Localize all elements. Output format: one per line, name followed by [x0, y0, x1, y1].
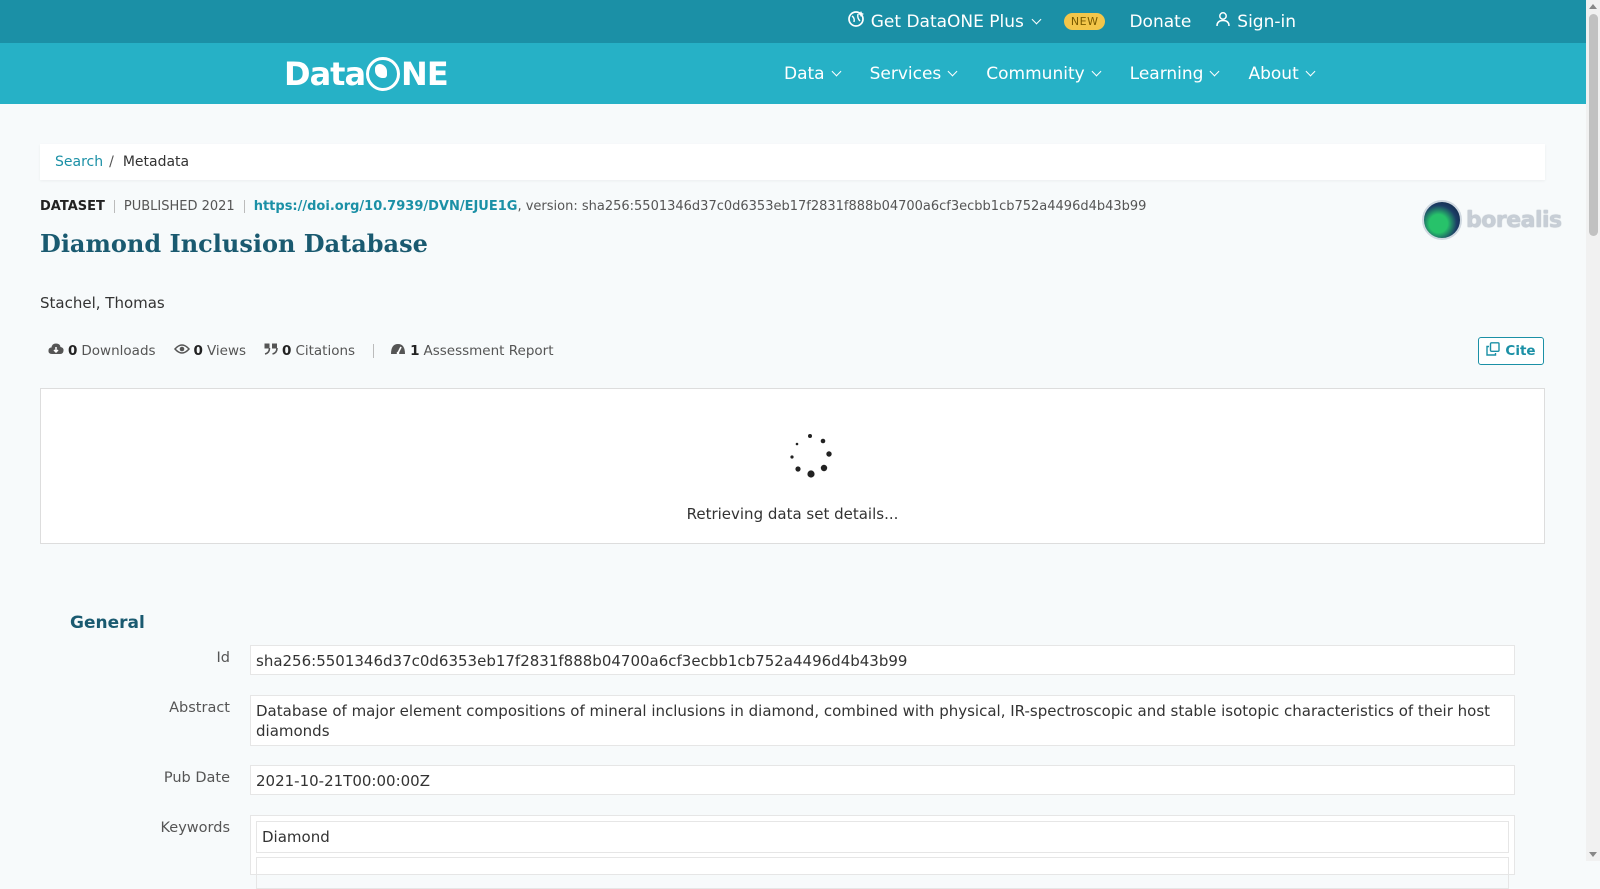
nav-about[interactable]: About [1248, 63, 1316, 84]
scroll-up-arrow-icon[interactable] [1589, 4, 1597, 9]
dataset-meta-line: DATASET PUBLISHED 2021 https://doi.org/1… [40, 199, 1146, 214]
citations-metric[interactable]: 0 Citations [264, 343, 355, 359]
cite-label: Cite [1505, 343, 1536, 359]
views-label: Views [206, 343, 247, 359]
assessment-count: 1 [410, 343, 420, 359]
version-text: , version: sha256:5501346d37c0d6353eb17f… [517, 199, 1147, 214]
citations-count: 0 [282, 343, 292, 359]
keyword-item: Diamond [256, 821, 1509, 853]
loading-spinner-icon [786, 432, 834, 480]
nav-learning[interactable]: Learning [1129, 63, 1220, 84]
chevron-down-icon [831, 66, 842, 77]
published-year: PUBLISHED 2021 [123, 199, 235, 214]
user-icon [1215, 11, 1231, 32]
field-label-keywords: Keywords [160, 820, 230, 836]
borealis-logo-icon [1422, 200, 1462, 240]
divider [373, 344, 375, 358]
nav-services[interactable]: Services [869, 63, 958, 84]
field-value-keywords: Diamond [250, 815, 1515, 889]
vertical-scrollbar[interactable] [1586, 0, 1600, 861]
logo-text-ne: NE [401, 55, 449, 93]
field-label-id: Id [216, 650, 230, 666]
field-label-abstract: Abstract [169, 700, 230, 716]
loading-text: Retrieving data set details... [686, 505, 899, 523]
top-utility-links: Get DataONE Plus NEW Donate Sign-in [847, 0, 1296, 43]
get-dataone-plus-label: Get DataONE Plus [870, 11, 1024, 32]
views-count: 0 [193, 343, 203, 359]
scrollbar-thumb[interactable] [1589, 14, 1598, 236]
sign-in-label: Sign-in [1237, 11, 1296, 32]
sign-in-link[interactable]: Sign-in [1215, 11, 1296, 32]
keyword-item [256, 857, 1509, 889]
top-utility-bar: Get DataONE Plus NEW Donate Sign-in [0, 0, 1586, 43]
dataone-logo[interactable]: Data NE [284, 55, 449, 93]
dataset-author: Stachel, Thomas [40, 294, 165, 312]
globe-icon [366, 57, 401, 91]
repository-name: borealis [1466, 207, 1562, 233]
main-navbar: Data NE Data Services Community Learning … [0, 43, 1586, 104]
chevron-down-icon [1091, 66, 1102, 77]
cite-button[interactable]: Cite [1478, 337, 1544, 365]
nav-community-label: Community [986, 63, 1085, 84]
quote-icon [264, 343, 278, 359]
get-dataone-plus-menu[interactable]: Get DataONE Plus [847, 10, 1042, 33]
logo-text-data: Data [284, 55, 366, 93]
views-metric[interactable]: 0 Views [173, 343, 247, 359]
field-value-id: sha256:5501346d37c0d6353eb17f2831f888b04… [250, 645, 1515, 675]
breadcrumb: Search / Metadata [40, 144, 1545, 180]
field-value-abstract: Database of major element compositions o… [250, 695, 1515, 746]
donate-link[interactable]: Donate [1129, 12, 1191, 32]
field-label-pubdate: Pub Date [163, 770, 230, 786]
field-value-pubdate: 2021-10-21T00:00:00Z [250, 765, 1515, 795]
chevron-down-icon [1305, 66, 1316, 77]
metrics-bar: 0 Downloads 0 Views 0 Citations 1 Assess… [48, 342, 572, 360]
nav-about-label: About [1248, 63, 1299, 84]
nav-services-label: Services [869, 63, 942, 84]
divider [113, 200, 115, 213]
eye-icon [173, 343, 190, 359]
doi-link[interactable]: https://doi.org/10.7939/DVN/EJUE1G [254, 199, 518, 214]
assessment-report-metric[interactable]: 1 Assessment Report [390, 342, 554, 360]
downloads-metric[interactable]: 0 Downloads [48, 342, 156, 360]
loading-panel: Retrieving data set details... [40, 388, 1545, 544]
assessment-label: Assessment Report [423, 343, 554, 359]
downloads-label: Downloads [81, 343, 156, 359]
nav-community[interactable]: Community [986, 63, 1102, 84]
general-section-heading: General [70, 613, 145, 633]
nav-data[interactable]: Data [784, 63, 842, 84]
chevron-down-icon [947, 66, 958, 77]
breadcrumb-search-link[interactable]: Search [55, 154, 103, 170]
divider [243, 200, 245, 213]
new-badge: NEW [1063, 13, 1106, 30]
cloud-download-icon [48, 342, 64, 360]
chevron-down-icon [1031, 14, 1042, 25]
chevron-down-icon [1210, 66, 1220, 77]
copy-icon [1486, 342, 1501, 360]
repository-logo[interactable]: borealis [1422, 200, 1562, 240]
nav-learning-label: Learning [1129, 63, 1204, 84]
dataset-type: DATASET [40, 199, 105, 214]
citations-label: Citations [295, 343, 356, 359]
nav-links: Data Services Community Learning About [784, 43, 1316, 104]
gauge-icon [390, 342, 406, 360]
breadcrumb-current: Metadata [122, 154, 190, 170]
donate-label: Donate [1129, 11, 1192, 32]
dataset-title: Diamond Inclusion Database [40, 229, 428, 258]
breadcrumb-separator: / [109, 154, 114, 170]
scroll-down-arrow-icon[interactable] [1589, 852, 1597, 857]
nav-data-label: Data [784, 63, 825, 84]
downloads-count: 0 [68, 343, 78, 359]
globe-sparkle-icon [847, 10, 865, 33]
